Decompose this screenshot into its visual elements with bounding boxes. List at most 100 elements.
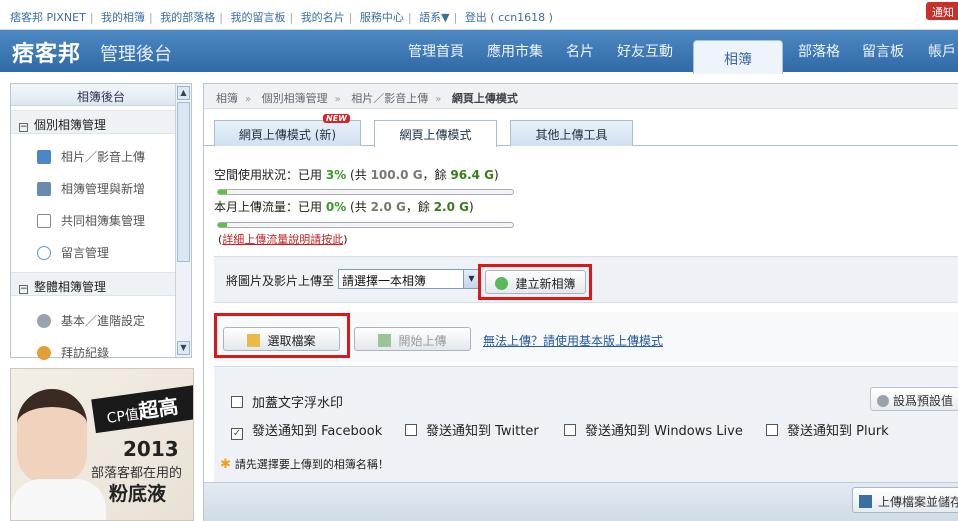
create-album-button[interactable]: 建立新相簿 (485, 270, 586, 294)
twitter-checkbox[interactable]: 發送通知到 Twitter (405, 420, 539, 439)
sidebar-item-label: 共同相簿集管理 (61, 214, 146, 228)
monthly-traffic-bar (217, 222, 514, 228)
nav-tab-card[interactable]: 名片 (566, 41, 594, 61)
select-files-button[interactable]: 選取檔案 (223, 327, 340, 351)
checkbox-box[interactable] (564, 424, 576, 436)
sidebar-item-shared-album[interactable]: 共同相簿集管理 (37, 212, 145, 229)
traffic-detail-link[interactable]: 詳細上傳流量說明請按此 (222, 233, 343, 246)
nav-tab-account[interactable]: 帳戶 (928, 41, 956, 61)
speech-bubble-icon (37, 246, 51, 260)
ad-model-body (11, 479, 106, 520)
album-sidebar: 相簿後台 − 個別相簿管理 相片／影音上傳 相簿管理與新增 共同相簿集管理 留言管… (10, 83, 192, 361)
nav-tab-friends[interactable]: 好友互動 (617, 41, 673, 61)
star-icon: ✱ (220, 457, 231, 472)
bottom-action-bar (204, 482, 958, 521)
ad-line2: 粉底液 (109, 483, 167, 505)
sidebar-item-settings[interactable]: 基本／進階設定 (37, 312, 145, 329)
sidebar-group-individual[interactable]: − 個別相簿管理 (11, 110, 175, 134)
collapse-icon[interactable]: − (19, 123, 28, 132)
upload-arrow-icon (378, 334, 392, 347)
breadcrumb-upload[interactable]: 相片／影音上傳 (351, 92, 428, 105)
sidebar-group-overall[interactable]: − 整體相簿管理 (11, 272, 175, 296)
breadcrumb-album[interactable]: 相簿 (216, 92, 238, 105)
sidebar-scrollbar[interactable]: ▲ ▼ (175, 84, 191, 357)
upload-save-button[interactable]: 上傳檔案並儲存 (852, 487, 958, 513)
link-my-album[interactable]: 我的相簿 (101, 11, 145, 24)
sidebar-item-comments[interactable]: 留言管理 (37, 244, 109, 261)
sidebar-item-upload[interactable]: 相片／影音上傳 (37, 148, 145, 165)
sidebar-item-label: 相簿管理與新增 (61, 182, 146, 196)
basic-upload-link[interactable]: 無法上傳？請使用基本版上傳模式 (483, 332, 663, 349)
scroll-up-icon[interactable]: ▲ (177, 86, 190, 100)
ad-model-face (17, 389, 87, 484)
ad-year: 2013 (123, 437, 179, 461)
sidebar-item-album-manage[interactable]: 相簿管理與新增 (37, 180, 145, 197)
nav-tab-guestbook[interactable]: 留言板 (862, 41, 904, 61)
top-bar: 痞客邦 PIXNET | 我的相簿 | 我的部落格 | 我的留言板 | 我的名片 | 服務… (0, 0, 958, 30)
breadcrumb-current: 網頁上傳模式 (451, 92, 518, 105)
create-album-label: 建立新相簿 (515, 277, 576, 291)
logout-link[interactable]: 登出 ( ccn1618 ) (465, 11, 553, 24)
visitor-icon (37, 346, 51, 360)
nav-tab-app-market[interactable]: 應用市集 (487, 41, 543, 61)
main-header: 痞客邦 管理後台 管理首頁 應用市集 名片 好友互動 相簿 部落格 留言板 帳戶 (0, 30, 958, 74)
facebook-checkbox[interactable]: ✓ 發送通知到 Facebook (231, 420, 382, 440)
checkbox-box[interactable] (405, 424, 417, 436)
sidebar-group-label: 個別相簿管理 (34, 118, 107, 132)
notification-button[interactable]: 通知 (926, 2, 958, 20)
sidebar-item-label: 拜訪紀錄 (61, 346, 110, 360)
watermark-checkbox[interactable]: 加蓋文字浮水印 (231, 392, 343, 411)
nav-tab-blog[interactable]: 部落格 (798, 41, 840, 61)
sidebar-group-label: 整體相簿管理 (34, 280, 107, 294)
breadcrumb-individual[interactable]: 個別相簿管理 (262, 92, 328, 105)
nav-tab-album[interactable]: 相簿 (693, 40, 783, 74)
monthly-traffic: 本月上傳流量：已用 0% (共 2.0 G，餘 2.0 G) (214, 200, 474, 214)
nav-tab-home[interactable]: 管理首頁 (408, 41, 464, 61)
select-files-label: 選取檔案 (267, 334, 316, 348)
upload-panel: 相簿» 個別相簿管理» 相片／影音上傳» 網頁上傳模式 網頁上傳模式 (新) N… (203, 83, 958, 521)
monthly-traffic-fill (218, 223, 227, 227)
set-default-button[interactable]: 設爲預設值 (870, 387, 958, 411)
start-upload-label: 開始上傳 (398, 334, 447, 348)
album-stack-icon (37, 182, 51, 196)
link-my-guestbook[interactable]: 我的留言板 (230, 11, 285, 24)
pixnet-logo[interactable]: 痞客邦 (12, 36, 81, 68)
save-icon (859, 495, 872, 508)
space-usage: 空間使用狀況：已用 3% (共 100.0 G，餘 96.4 G) (214, 168, 499, 182)
advertisement-banner[interactable]: CP值超高 2013 部落客都在用的 粉底液 (10, 368, 194, 521)
space-usage-fill (218, 190, 227, 194)
upload-photo-icon (37, 150, 51, 164)
tab-other-tools[interactable]: 其他上傳工具 (510, 120, 633, 146)
scroll-down-icon[interactable]: ▼ (177, 341, 190, 355)
tab-web-upload-new[interactable]: 網頁上傳模式 (新) (214, 120, 361, 146)
album-select[interactable]: 請選擇一本相簿 ▼ (338, 269, 480, 289)
tab-web-upload[interactable]: 網頁上傳模式 (374, 120, 497, 147)
link-my-blog[interactable]: 我的部落格 (160, 11, 215, 24)
album-select-value: 請選擇一本相簿 (342, 274, 427, 288)
link-service-center[interactable]: 服務中心 (360, 11, 404, 24)
folder-icon (247, 334, 261, 347)
plurk-checkbox[interactable]: 發送通知到 Plurk (766, 420, 889, 439)
checkbox-checked[interactable]: ✓ (231, 428, 243, 440)
top-links: 痞客邦 PIXNET | 我的相簿 | 我的部落格 | 我的留言板 | 我的名片 | 服務… (10, 11, 553, 24)
link-my-card[interactable]: 我的名片 (301, 11, 345, 24)
sidebar-item-label: 基本／進階設定 (61, 314, 146, 328)
new-badge: NEW (323, 114, 350, 123)
windows-live-checkbox[interactable]: 發送通知到 Windows Live (564, 420, 743, 439)
album-select-label: 將圖片及影片上傳至 (226, 274, 335, 288)
hint-message: ✱ 請先選擇要上傳到的相簿名稱！ (220, 457, 389, 472)
language-dropdown[interactable]: 語系▼ (419, 11, 449, 24)
start-upload-button[interactable]: 開始上傳 (354, 327, 471, 351)
sidebar-item-visits[interactable]: 拜訪紀錄 (37, 344, 109, 361)
scroll-thumb[interactable] (177, 102, 190, 262)
link-pixnet[interactable]: 痞客邦 PIXNET (10, 11, 86, 24)
space-usage-bar (217, 189, 514, 195)
checkbox-box[interactable] (766, 424, 778, 436)
add-circle-icon (495, 277, 509, 290)
sidebar-item-label: 相片／影音上傳 (61, 150, 146, 164)
sidebar-item-label: 留言管理 (61, 246, 110, 260)
checkbox-box[interactable] (231, 396, 243, 408)
chevron-down-icon[interactable]: ▼ (463, 270, 479, 288)
traffic-detail: (詳細上傳流量說明請按此) (218, 233, 348, 246)
collapse-icon[interactable]: − (19, 285, 28, 294)
